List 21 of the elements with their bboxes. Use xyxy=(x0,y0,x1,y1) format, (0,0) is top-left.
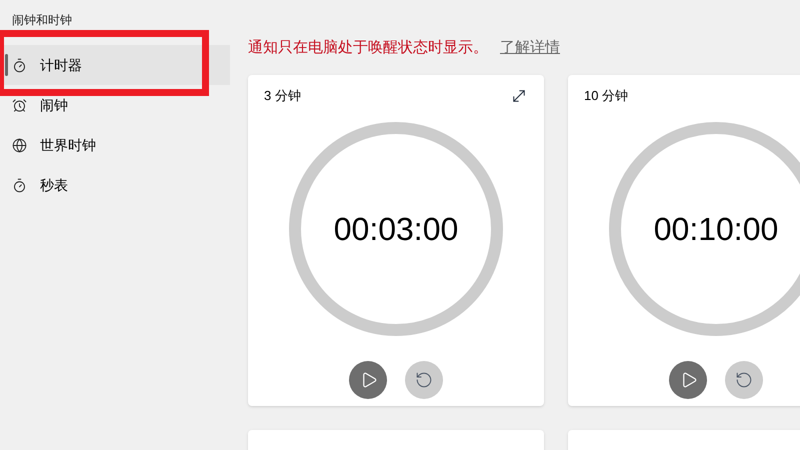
timer-name: 10 分钟 xyxy=(584,86,628,105)
notice-text: 通知只在电脑处于唤醒状态时显示。 xyxy=(248,38,488,58)
stopwatch-icon xyxy=(12,178,27,192)
reset-button[interactable] xyxy=(405,360,443,398)
timer-card[interactable]: 3 分钟 00:03:00 xyxy=(248,74,544,406)
play-button[interactable] xyxy=(349,360,387,398)
timer-time: 00:10:00 xyxy=(654,210,778,248)
timer-time: 00:03:00 xyxy=(334,210,458,248)
app-title: 闹钟和时钟 xyxy=(11,12,73,29)
alarm-clock-icon xyxy=(12,98,27,112)
stopwatch-icon xyxy=(12,58,27,72)
reset-icon xyxy=(415,370,433,388)
play-icon xyxy=(680,370,698,388)
timer-name: 3 分钟 xyxy=(264,86,301,105)
play-button[interactable] xyxy=(669,360,707,398)
reset-button[interactable] xyxy=(725,360,763,398)
timer-card[interactable]: 10 分钟 00:10:00 xyxy=(568,74,800,406)
learn-more-link[interactable]: 了解详情 xyxy=(500,37,560,60)
reset-icon xyxy=(735,370,753,388)
play-icon xyxy=(360,370,378,388)
selection-indicator xyxy=(5,54,8,76)
